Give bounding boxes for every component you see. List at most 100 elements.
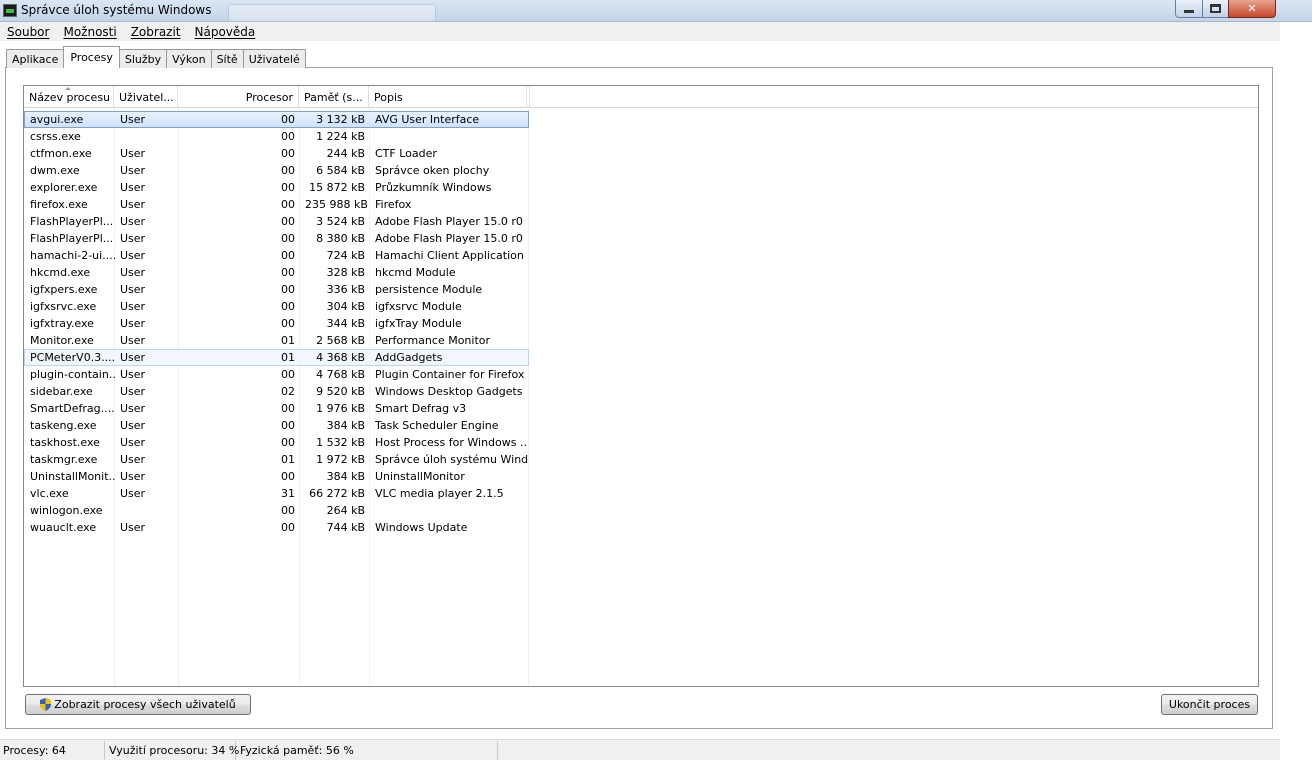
process-row[interactable]: hamachi-2-ui.... User 00 724 kB Hamachi Clie…: [24, 247, 529, 264]
process-memory: 328 kB: [326, 266, 365, 279]
menu-bar: Soubor Možnosti Zobrazit Nápověda: [0, 22, 1280, 41]
process-user: User: [120, 470, 146, 483]
process-row[interactable]: sidebar.exe User 02 9 520 kB Windows Desktop…: [24, 383, 529, 400]
column-header-description[interactable]: Popis: [369, 86, 527, 108]
process-row[interactable]: taskmgr.exe User 01 1 972 kB Správce úloh sy…: [24, 451, 529, 468]
process-user: User: [120, 147, 146, 160]
tab-users[interactable]: Uživatelé: [242, 49, 306, 68]
process-user: User: [120, 402, 146, 415]
process-description: Hamachi Client Application: [375, 249, 524, 262]
process-row[interactable]: wuauclt.exe User 00 744 kB Windows Update: [24, 519, 529, 536]
process-name: igfxtray.exe: [30, 317, 94, 330]
process-row[interactable]: firefox.exe User 00 235 988 kB Firefox: [24, 196, 529, 213]
tab-applications[interactable]: Aplikace: [6, 49, 65, 68]
column-header-name[interactable]: Název procesu: [24, 86, 114, 108]
process-row[interactable]: plugin-contain... User 00 4 768 kB Plugin Co…: [24, 366, 529, 383]
process-row[interactable]: explorer.exe User 00 15 872 kB Průzkumník Wi…: [24, 179, 529, 196]
tab-services[interactable]: Služby: [118, 49, 168, 68]
process-memory: 724 kB: [326, 249, 365, 262]
process-row[interactable]: vlc.exe User 31 66 272 kB VLC media player 2…: [24, 485, 529, 502]
process-list[interactable]: Název procesu Uživatel... Procesor Paměť…: [23, 85, 1259, 687]
status-bar: Procesy: 64 Využití procesoru: 34 % Fyzi…: [0, 739, 1280, 760]
process-description: Performance Monitor: [375, 334, 491, 347]
status-cpu-usage: Využití procesoru: 34 %: [105, 740, 239, 760]
process-cpu: 00: [281, 181, 295, 194]
column-header-user[interactable]: Uživatel...: [114, 86, 178, 108]
process-row[interactable]: PCMeterV0.3.... User 01 4 368 kB AddGadgets: [24, 349, 529, 366]
process-description: igfxsrvc Module: [375, 300, 462, 313]
maximize-button[interactable]: [1202, 0, 1229, 18]
process-memory: 4 768 kB: [316, 368, 365, 381]
process-row[interactable]: taskhost.exe User 00 1 532 kB Host Process f…: [24, 434, 529, 451]
desktop-edge: [1280, 22, 1312, 760]
process-row[interactable]: igfxpers.exe User 00 336 kB persistence Modu…: [24, 281, 529, 298]
menu-help[interactable]: Nápověda: [195, 25, 256, 39]
process-memory: 15 872 kB: [309, 181, 365, 194]
process-cpu: 00: [281, 113, 295, 126]
process-user: User: [120, 113, 146, 126]
end-process-button[interactable]: Ukončit proces: [1161, 694, 1258, 715]
process-row[interactable]: UninstallMonit... User 00 384 kB UninstallMo…: [24, 468, 529, 485]
process-name: taskmgr.exe: [30, 453, 98, 466]
process-description: Správce oken plochy: [375, 164, 490, 177]
process-row[interactable]: ctfmon.exe User 00 244 kB CTF Loader: [24, 145, 529, 162]
process-memory: 384 kB: [326, 419, 365, 432]
process-name: taskhost.exe: [30, 436, 100, 449]
menu-options[interactable]: Možnosti: [63, 25, 116, 39]
process-cpu: 00: [281, 164, 295, 177]
status-physical-memory: Fyzická paměť: 56 %: [236, 740, 498, 760]
tab-networking[interactable]: Sítě: [210, 49, 244, 68]
process-memory: 384 kB: [326, 470, 365, 483]
process-row[interactable]: dwm.exe User 00 6 584 kB Správce oken plochy: [24, 162, 529, 179]
process-cpu: 00: [281, 198, 295, 211]
process-user: User: [120, 453, 146, 466]
process-row[interactable]: csrss.exe 00 1 224 kB: [24, 128, 529, 145]
process-row[interactable]: avgui.exe User 00 3 132 kB AVG User Interfac…: [24, 111, 529, 128]
maximize-icon: [1210, 4, 1221, 13]
process-cpu: 00: [281, 232, 295, 245]
process-row[interactable]: igfxtray.exe User 00 344 kB igfxTray Module: [24, 315, 529, 332]
process-user: User: [120, 385, 146, 398]
process-name: FlashPlayerPl...: [30, 215, 114, 228]
process-memory: 1 532 kB: [316, 436, 365, 449]
close-button[interactable]: ✕: [1228, 0, 1276, 18]
process-name: PCMeterV0.3....: [30, 351, 115, 364]
title-bar: Správce úloh systému Windows ✕: [0, 0, 1312, 22]
process-name: Monitor.exe: [30, 334, 94, 347]
process-row[interactable]: winlogon.exe 00 264 kB: [24, 502, 529, 519]
process-row[interactable]: Monitor.exe User 01 2 568 kB Performance Mon…: [24, 332, 529, 349]
tab-processes[interactable]: Procesy: [63, 46, 120, 68]
process-row[interactable]: SmartDefrag.... User 00 1 976 kB Smart Defra…: [24, 400, 529, 417]
process-user: User: [120, 487, 146, 500]
process-name: dwm.exe: [30, 164, 80, 177]
process-description: AddGadgets: [375, 351, 443, 364]
process-cpu: 00: [281, 402, 295, 415]
process-row[interactable]: taskeng.exe User 00 384 kB Task Scheduler En…: [24, 417, 529, 434]
process-row[interactable]: FlashPlayerPl... User 00 8 380 kB Adobe Flas…: [24, 230, 529, 247]
tab-performance[interactable]: Výkon: [166, 49, 212, 68]
minimize-button[interactable]: [1175, 0, 1203, 18]
menu-file[interactable]: Soubor: [7, 25, 49, 39]
sort-ascending-icon: [65, 87, 71, 90]
process-row[interactable]: hkcmd.exe User 00 328 kB hkcmd Module: [24, 264, 529, 281]
menu-view[interactable]: Zobrazit: [131, 25, 181, 39]
process-description: Smart Defrag v3: [375, 402, 467, 415]
process-description: Adobe Flash Player 15.0 r0: [375, 232, 523, 245]
process-user: User: [120, 198, 146, 211]
column-header-memory[interactable]: Paměť (s...: [299, 86, 369, 108]
process-row[interactable]: igfxsrvc.exe User 00 304 kB igfxsrvc Module: [24, 298, 529, 315]
show-all-processes-button[interactable]: Zobrazit procesy všech uživatelů: [25, 694, 251, 715]
process-memory: 244 kB: [326, 147, 365, 160]
window-title: Správce úloh systému Windows: [21, 3, 212, 17]
process-memory: 264 kB: [326, 504, 365, 517]
process-user: User: [120, 317, 146, 330]
process-cpu: 00: [281, 521, 295, 534]
process-row[interactable]: FlashPlayerPl... User 00 3 524 kB Adobe Flas…: [24, 213, 529, 230]
process-name: SmartDefrag....: [30, 402, 115, 415]
process-memory: 1 972 kB: [316, 453, 365, 466]
process-name: hkcmd.exe: [30, 266, 91, 279]
process-description: persistence Module: [375, 283, 483, 296]
process-user: User: [120, 368, 146, 381]
column-header-cpu[interactable]: Procesor: [178, 86, 299, 108]
process-cpu: 01: [281, 351, 295, 364]
